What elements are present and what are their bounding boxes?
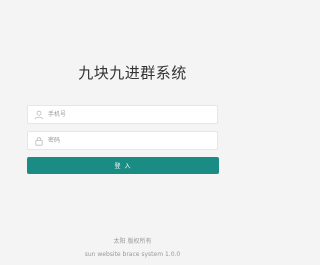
- lock-icon: [35, 137, 43, 146]
- page-title: 九块九进群系统: [78, 64, 187, 82]
- login-page: 九块九进群系统 登 入 太阳 版权所有 sun website brace sy…: [0, 0, 265, 265]
- password-input[interactable]: [48, 132, 213, 149]
- password-field[interactable]: [27, 131, 218, 150]
- phone-field[interactable]: [27, 105, 218, 124]
- user-icon: [34, 110, 44, 120]
- phone-input[interactable]: [48, 106, 213, 123]
- copyright-text: 太阳 版权所有: [113, 238, 152, 245]
- login-button[interactable]: 登 入: [27, 157, 219, 174]
- system-version-text: sun website brace system 1.0.0: [84, 251, 181, 258]
